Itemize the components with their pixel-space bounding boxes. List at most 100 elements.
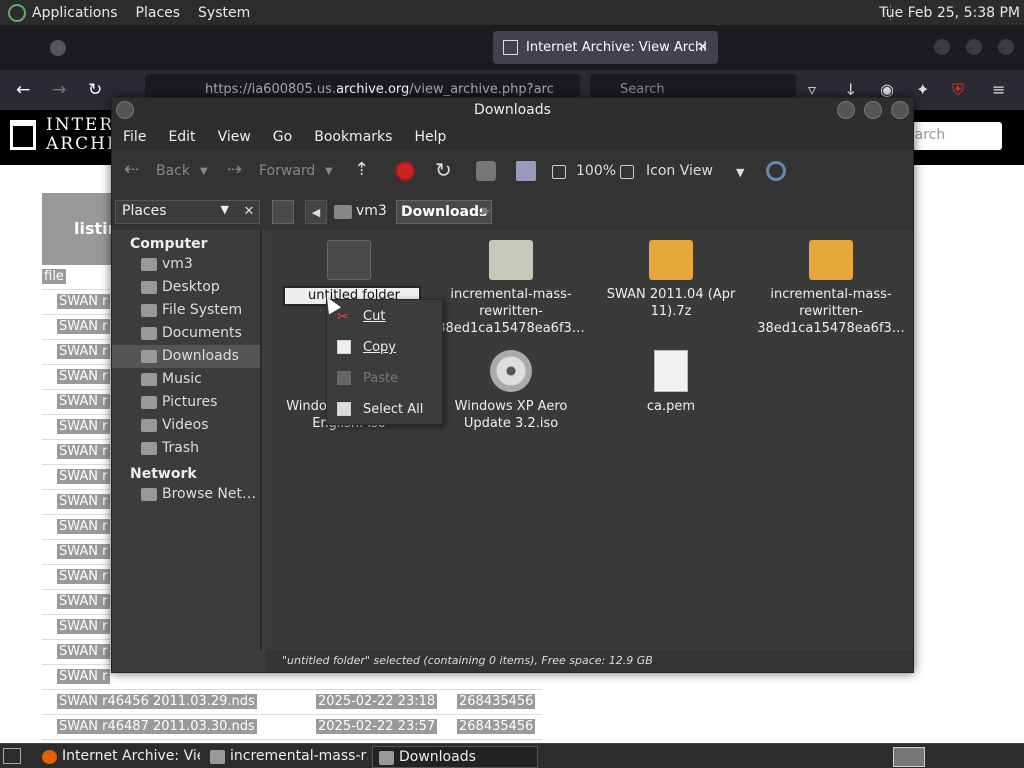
tab-internet-archive[interactable]: Internet Archive: View Archi ✕ [493, 31, 718, 64]
show-desktop-icon[interactable] [3, 748, 21, 764]
file-item-incremental-archive[interactable]: incremental-mass-rewritten-38ed1ca15478e… [756, 240, 906, 337]
menu-edit[interactable]: Edit [168, 129, 195, 145]
cell-name[interactable]: SWAN r [57, 319, 110, 334]
maximize-icon[interactable] [966, 39, 982, 55]
file-item-ca-pem[interactable]: ca.pem [596, 350, 746, 415]
cell-name[interactable]: SWAN r [57, 494, 110, 509]
home-icon[interactable] [476, 161, 496, 181]
menu-system[interactable]: System [198, 5, 250, 21]
cell-name[interactable]: SWAN r [57, 594, 110, 609]
cell-name[interactable]: SWAN r [57, 444, 110, 459]
file-item-windows-xp-aero-iso[interactable]: Windows XP Aero Update 3.2.iso [436, 350, 586, 432]
breadcrumb-downloads[interactable]: Downloads [396, 200, 493, 224]
location-bar: Places ▼ ✕ ◀ vm3 Downloads ▶ [112, 195, 913, 230]
stop-icon[interactable] [395, 161, 415, 181]
forward-button[interactable]: Forward [259, 163, 315, 179]
cell-name[interactable]: SWAN r46487 2011.03.30.nds [57, 719, 257, 734]
cell-name[interactable]: SWAN r [57, 469, 110, 484]
distro-logo-icon[interactable] [8, 3, 26, 22]
menu-bookmarks[interactable]: Bookmarks [314, 129, 392, 145]
menu-file[interactable]: File [123, 129, 146, 145]
chevron-down-icon[interactable]: ▼ [736, 166, 744, 179]
cell-size: 268435456 [457, 719, 536, 734]
search-icon[interactable] [766, 161, 786, 181]
maximize-icon[interactable] [864, 101, 882, 119]
sidebar-item-browse-network[interactable]: Browse Net… [112, 483, 260, 506]
archive-logo-icon[interactable] [10, 120, 36, 150]
cell-name[interactable]: SWAN r [57, 519, 110, 534]
window-titlebar[interactable]: Downloads [112, 98, 913, 123]
sidebar-item-file-system[interactable]: File System [112, 299, 260, 322]
view-mode-select[interactable]: Icon View [646, 163, 713, 179]
cell-name[interactable]: SWAN r [57, 544, 110, 559]
context-menu-select-all[interactable]: Select All [327, 393, 442, 424]
home-folder-icon [334, 205, 352, 219]
sidebar-item-vm3[interactable]: vm3 [112, 253, 260, 276]
column-header-file[interactable]: file [42, 269, 66, 284]
menu-go[interactable]: Go [273, 129, 292, 145]
cell-name[interactable]: SWAN r [57, 619, 110, 634]
file-item-swan-7z[interactable]: SWAN 2011.04 (Apr 11).7z [596, 240, 746, 320]
tab-close-icon[interactable]: ✕ [697, 40, 708, 55]
task-incremental-folder[interactable]: incremental-mass-r… [204, 746, 368, 768]
edit-location-icon[interactable] [272, 200, 294, 224]
extensions-icon[interactable]: ✦ [916, 80, 929, 99]
sidebar-item-pictures[interactable]: Pictures [112, 391, 260, 414]
cell-name[interactable]: SWAN r [57, 344, 110, 359]
forward-arrow-icon[interactable]: ⇢ [227, 159, 242, 180]
minimize-icon[interactable] [837, 101, 855, 119]
sidebar-item-downloads[interactable]: Downloads [112, 345, 260, 368]
icon-view[interactable]: untitled folder incremental-mass-rewritt… [266, 230, 913, 650]
menu-applications[interactable]: Applications [32, 5, 118, 21]
menu-places[interactable]: Places [136, 5, 181, 21]
github-tab-icon[interactable] [50, 40, 66, 56]
file-item-incremental-folder[interactable]: incremental-mass-rewritten-38ed1ca15478e… [436, 240, 586, 337]
menu-help[interactable]: Help [414, 129, 446, 145]
close-window-icon[interactable] [998, 39, 1014, 55]
back-button[interactable]: Back [156, 163, 190, 179]
computer-icon[interactable] [516, 161, 536, 181]
up-arrow-icon[interactable]: ⇡ [354, 159, 369, 180]
workspace-switcher[interactable] [893, 747, 925, 767]
file-item-untitled-folder[interactable] [274, 240, 424, 286]
sidebar-item-trash[interactable]: Trash [112, 437, 260, 460]
window-menu-icon[interactable] [116, 101, 134, 119]
cell-name[interactable]: SWAN r [57, 294, 110, 309]
breadcrumb-right-icon[interactable]: ▶ [482, 204, 490, 217]
breadcrumb-vm3[interactable]: vm3 [332, 200, 387, 224]
back-arrow-icon[interactable]: ← [16, 80, 30, 100]
cell-name[interactable]: SWAN r46456 2011.03.29.nds [57, 694, 257, 709]
close-window-icon[interactable] [891, 101, 909, 119]
forward-arrow-icon[interactable]: → [52, 80, 66, 100]
breadcrumb-left-icon[interactable]: ◀ [305, 200, 327, 224]
sidebar-item-desktop[interactable]: Desktop [112, 276, 260, 299]
cell-name[interactable]: SWAN r [57, 419, 110, 434]
forward-history-dropdown-icon[interactable]: ▼ [325, 166, 333, 177]
close-sidebar-icon[interactable]: ✕ [238, 200, 260, 224]
task-downloads[interactable]: Downloads [372, 746, 538, 768]
context-menu-paste[interactable]: Paste [327, 362, 442, 393]
cell-name[interactable]: SWAN r [57, 369, 110, 384]
ublock-icon[interactable]: ⛨ [952, 80, 964, 100]
task-browser[interactable]: Internet Archive: Vie… [36, 746, 200, 768]
context-menu-copy[interactable]: Copy [327, 331, 442, 362]
cell-name[interactable]: SWAN r [57, 569, 110, 584]
sidebar-item-videos[interactable]: Videos [112, 414, 260, 437]
reload-icon[interactable]: ↻ [435, 158, 452, 182]
back-arrow-icon[interactable]: ⇠ [124, 159, 139, 180]
zoom-in-icon[interactable] [620, 165, 634, 179]
clock[interactable]: Tue Feb 25, 5:38 PM [879, 5, 1020, 21]
minimize-icon[interactable] [934, 39, 950, 55]
back-history-dropdown-icon[interactable]: ▼ [200, 166, 208, 177]
sidebar-item-music[interactable]: Music [112, 368, 260, 391]
cell-name[interactable]: SWAN r [57, 669, 110, 684]
context-menu-cut[interactable]: ✂ Cut [327, 300, 442, 331]
menu-view[interactable]: View [218, 129, 251, 145]
zoom-out-icon[interactable] [552, 165, 566, 179]
reload-icon[interactable]: ↻ [88, 80, 102, 100]
cell-name[interactable]: SWAN r [57, 644, 110, 659]
tab-title: Internet Archive: View Archi [526, 40, 707, 55]
cell-name[interactable]: SWAN r [57, 394, 110, 409]
sidebar-item-documents[interactable]: Documents [112, 322, 260, 345]
hamburger-menu-icon[interactable]: ≡ [992, 80, 1005, 99]
